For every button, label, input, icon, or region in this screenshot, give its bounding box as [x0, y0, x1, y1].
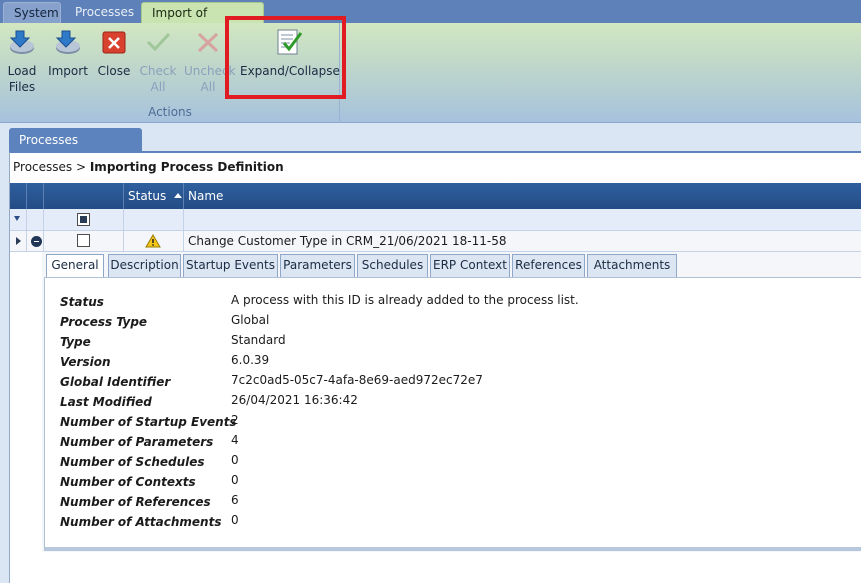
tab-schedules[interactable]: Schedules	[357, 254, 428, 277]
tab-startup-events[interactable]: Startup Events	[183, 254, 278, 277]
prop-label-startup-events: Number of Startup Events	[60, 415, 237, 429]
tab-processes[interactable]: Processes	[65, 2, 137, 23]
prop-value-attachments: 0	[231, 513, 239, 527]
header-checkbox-cell	[44, 183, 124, 209]
main-panel: Processes > Importing Process Definition…	[9, 151, 861, 583]
top-tab-bar: System Processes Import of Processes	[0, 0, 861, 41]
row-indicator-icon	[16, 237, 21, 245]
sort-ascending-icon	[174, 193, 183, 198]
check-all-button[interactable]: Check All	[139, 27, 177, 95]
prop-label-parameters: Number of Parameters	[60, 435, 214, 449]
prop-label-status: Status	[60, 295, 104, 309]
prop-value-contexts: 0	[231, 473, 239, 487]
import-button[interactable]: Import	[48, 27, 88, 79]
breadcrumb-parent[interactable]: Processes	[13, 160, 72, 174]
import-icon	[55, 30, 80, 54]
prop-label-type: Type	[60, 335, 91, 349]
prop-value-startup-events: 2	[231, 413, 239, 427]
check-all-label-1: Check	[139, 64, 177, 78]
close-icon	[102, 31, 126, 54]
check-all-label-2: All	[150, 80, 166, 94]
ribbon-group-label: Actions	[148, 105, 192, 119]
tab-general[interactable]: General	[46, 254, 104, 279]
detail-area: General Description Startup Events Param…	[42, 252, 861, 552]
column-name-label: Name	[188, 189, 224, 203]
column-status-label: Status	[128, 189, 167, 203]
header-expander-cell	[27, 183, 44, 209]
grid-header: Status Name	[10, 183, 861, 209]
cross-icon	[197, 32, 219, 53]
prop-label-version: Version	[60, 355, 111, 369]
ribbon: Load Files Import Close Check All Unchec…	[0, 23, 861, 123]
load-files-label-2: Files	[8, 80, 36, 94]
tab-references[interactable]: References	[512, 254, 585, 277]
tab-attachments[interactable]: Attachments	[587, 254, 677, 277]
tab-system[interactable]: System	[3, 2, 61, 23]
row-checkbox[interactable]	[77, 234, 90, 247]
tab-description[interactable]: Description	[108, 254, 181, 277]
breadcrumb-current: Importing Process Definition	[89, 160, 284, 174]
prop-value-references: 6	[231, 493, 239, 507]
load-files-icon	[9, 30, 34, 54]
filter-sep-2	[27, 209, 44, 231]
filter-icon[interactable]	[14, 216, 20, 221]
prop-value-process-type: Global	[231, 313, 270, 327]
row-name: Change Customer Type in CRM_21/06/2021 1…	[188, 234, 507, 248]
prop-label-contexts: Number of Contexts	[60, 475, 196, 489]
prop-label-schedules: Number of Schedules	[60, 455, 205, 469]
prop-value-last-modified: 26/04/2021 16:36:42	[231, 393, 358, 407]
breadcrumb-separator: >	[72, 160, 90, 174]
header-indicator-cell	[10, 183, 27, 209]
general-tab-content: Status A process with this ID is already…	[44, 277, 861, 551]
column-header-status[interactable]: Status	[124, 183, 184, 209]
prop-label-attachments: Number of Attachments	[60, 515, 222, 529]
prop-label-references: Number of References	[60, 495, 211, 509]
select-all-checkbox[interactable]	[77, 213, 90, 226]
prop-label-last-modified: Last Modified	[60, 395, 152, 409]
prop-value-type: Standard	[231, 333, 286, 347]
prop-value-parameters: 4	[231, 433, 239, 447]
prop-value-status: A process with this ID is already added …	[231, 293, 579, 307]
column-header-name[interactable]: Name	[184, 183, 861, 209]
close-button[interactable]: Close	[97, 27, 131, 79]
tab-parameters[interactable]: Parameters	[280, 254, 355, 277]
load-files-button[interactable]: Load Files	[4, 27, 40, 95]
prop-label-global-identifier: Global Identifier	[60, 375, 171, 389]
collapse-row-icon[interactable]	[31, 236, 42, 247]
prop-value-global-identifier: 7c2c0ad5-05c7-4afa-8e69-aed972ec72e7	[231, 373, 483, 387]
checkmark-icon	[146, 32, 171, 52]
import-label: Import	[48, 64, 88, 78]
table-row[interactable]: Change Customer Type in CRM_21/06/2021 1…	[10, 231, 861, 252]
highlight-box	[225, 16, 346, 99]
filter-row	[10, 209, 861, 231]
document-tab-processes[interactable]: Processes	[9, 128, 142, 152]
tab-erp-context[interactable]: ERP Context	[430, 254, 510, 277]
filter-sep-4	[124, 209, 184, 231]
breadcrumb: Processes > Importing Process Definition	[13, 160, 284, 174]
load-files-label-1: Load	[7, 64, 37, 78]
prop-label-process-type: Process Type	[60, 315, 148, 329]
prop-value-version: 6.0.39	[231, 353, 270, 367]
warning-icon	[145, 234, 161, 248]
prop-value-schedules: 0	[231, 453, 239, 467]
close-label: Close	[97, 64, 131, 78]
